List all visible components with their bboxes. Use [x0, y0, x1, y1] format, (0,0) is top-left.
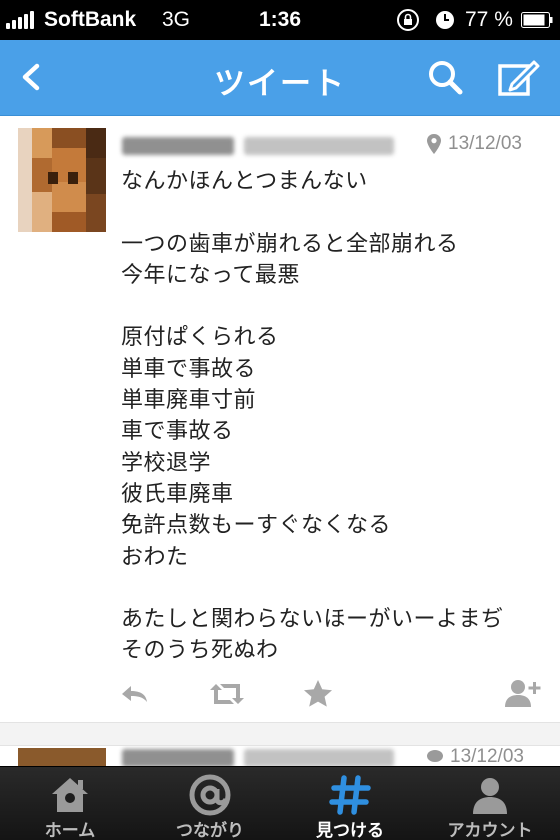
favorite-icon[interactable]: [300, 676, 336, 712]
avatar[interactable]: [18, 748, 106, 766]
search-icon[interactable]: [424, 56, 468, 100]
tweet-divider: [0, 722, 560, 746]
rotation-lock-icon: [397, 9, 419, 31]
at-icon: [189, 774, 231, 816]
app-screen: SoftBank 3G 1:36 77 % ツイート 13/12/03 なんかほ…: [0, 0, 560, 840]
navigation-bar: ツイート: [0, 40, 560, 116]
tweet-date: 13/12/03: [450, 746, 524, 766]
tweet-meta: 13/12/03: [426, 133, 522, 155]
tab-label: つながり: [176, 821, 244, 840]
battery-icon: [521, 12, 553, 28]
retweet-icon[interactable]: [206, 676, 248, 712]
next-tweet[interactable]: 13/12/03: [0, 746, 560, 766]
tweet-detail: 13/12/03 なんかほんとつまんない 一つの歯車が崩れると全部崩れる 今年に…: [0, 116, 560, 722]
author-name[interactable]: [122, 134, 412, 158]
page-title: ツイート: [214, 66, 346, 102]
alarm-icon: [436, 11, 454, 29]
network-type: 3G: [162, 8, 191, 31]
follow-icon[interactable]: [502, 676, 542, 712]
tab-connect[interactable]: つながり: [140, 767, 280, 840]
tab-label: アカウント: [447, 821, 533, 840]
tab-label: 見つける: [316, 821, 384, 840]
conversation-icon: [427, 750, 443, 762]
tweet-text: なんかほんとつまんない 一つの歯車が崩れると全部崩れる 今年になって最悪 原付ぱ…: [121, 169, 504, 664]
author-name: [122, 746, 412, 766]
tweet-actions: [0, 676, 560, 716]
tweet-date: 13/12/03: [448, 133, 522, 154]
compose-icon[interactable]: [494, 54, 542, 102]
carrier-name: SoftBank: [44, 8, 137, 31]
signal-strength-icon: [6, 11, 34, 29]
status-bar: SoftBank 3G 1:36 77 %: [0, 0, 560, 40]
battery-percentage: 77 %: [465, 8, 513, 31]
tab-account[interactable]: アカウント: [420, 767, 560, 840]
tweet-meta: 13/12/03: [426, 746, 524, 766]
tab-find[interactable]: 見つける: [280, 767, 420, 840]
account-icon: [473, 778, 507, 814]
tab-bar: ホーム つながり 見つける アカウント: [0, 766, 560, 840]
hashtag-icon: [329, 775, 371, 815]
tab-label: ホーム: [44, 821, 96, 840]
reply-icon[interactable]: [116, 676, 152, 712]
tab-home[interactable]: ホーム: [0, 767, 140, 840]
location-pin-icon: [427, 134, 441, 154]
avatar[interactable]: [18, 128, 106, 232]
home-icon: [52, 778, 88, 812]
